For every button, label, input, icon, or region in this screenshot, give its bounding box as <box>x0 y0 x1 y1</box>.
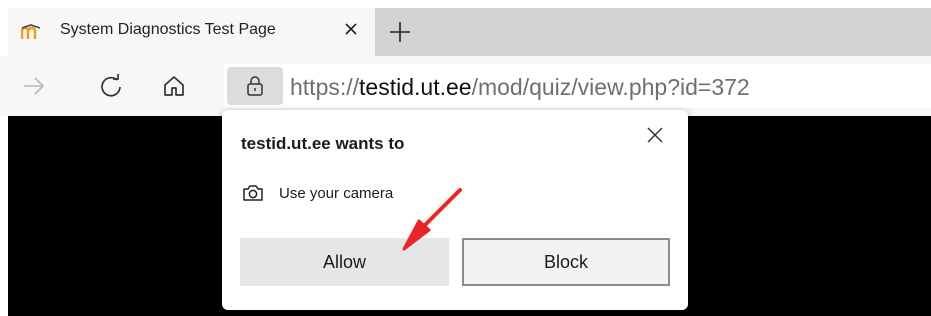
annotation-arrow-icon <box>402 188 462 251</box>
